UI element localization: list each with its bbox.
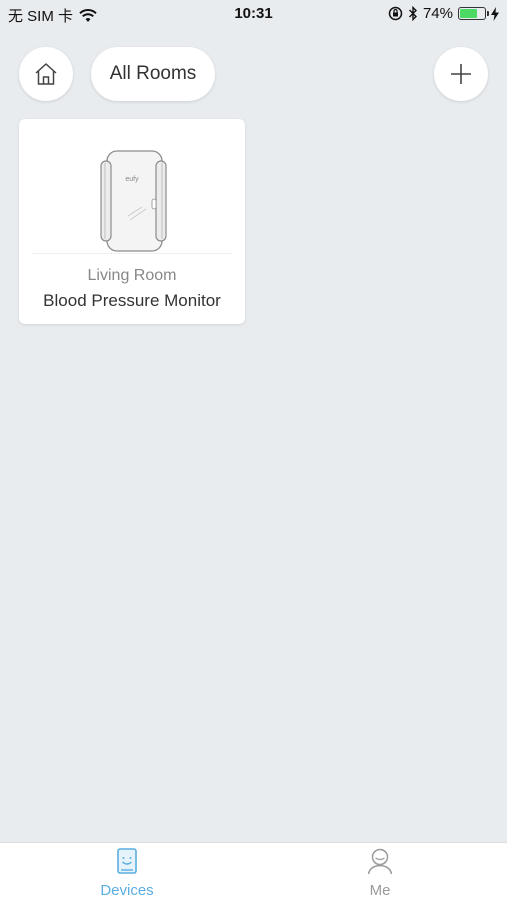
all-rooms-label: All Rooms (109, 63, 197, 84)
all-rooms-button[interactable]: All Rooms (91, 47, 215, 101)
device-room-label: Living Room (87, 267, 177, 284)
tab-devices-label: Devices (100, 882, 154, 899)
plus-icon (451, 64, 471, 84)
device-card[interactable]: eufy Living Room Blood Pressure Monitor (19, 119, 245, 324)
blood-pressure-monitor-image: eufy (100, 150, 167, 252)
battery-icon (458, 7, 489, 20)
tab-bar: Devices Me (0, 842, 507, 901)
orientation-lock-icon (388, 6, 403, 21)
add-device-button[interactable] (434, 47, 488, 101)
home-icon (35, 63, 57, 85)
bluetooth-icon (408, 6, 417, 21)
status-bar: 无 SIM 卡 10:31 74% (0, 0, 507, 28)
card-divider (31, 253, 233, 254)
home-button[interactable] (19, 47, 73, 101)
profile-icon (367, 848, 393, 875)
device-name-label: Blood Pressure Monitor (43, 291, 221, 310)
brand-logo: eufy (125, 176, 139, 183)
tab-me-label: Me (369, 882, 391, 899)
battery-percent: 74% (422, 5, 453, 22)
tab-me[interactable]: Me (330, 847, 430, 899)
tab-devices[interactable]: Devices (77, 847, 177, 899)
charging-icon (491, 6, 499, 21)
status-right: 74% (388, 5, 499, 22)
devices-tab-icon (117, 848, 137, 874)
battery-fill (460, 9, 478, 18)
